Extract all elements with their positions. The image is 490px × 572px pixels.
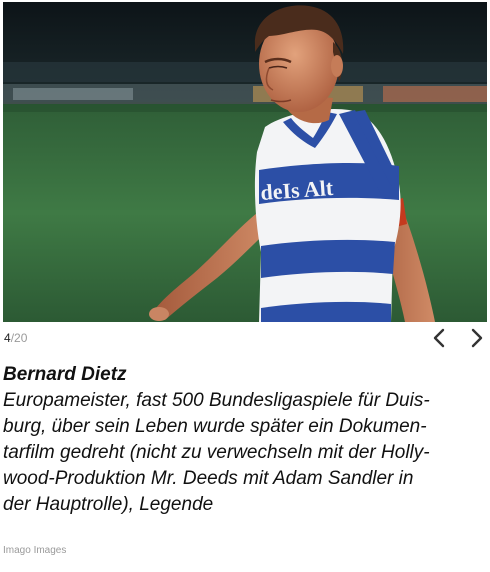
gallery-photo[interactable]: Spielführer deIs Alt [3,2,487,322]
slide-caption: Bernard Dietz Europameister, fast 500 Bu… [3,362,483,518]
previous-slide-button[interactable] [427,326,451,350]
chevron-left-icon [433,328,445,348]
caption-line: der Hauptrolle), Legende [3,494,214,515]
caption-line: tarfilm gedreht (nicht zu verwechseln mi… [3,442,430,463]
slide-counter: 4/20 [4,331,27,345]
player-photo-illustration: Spielführer deIs Alt [3,2,487,322]
slide-current: 4 [4,331,11,345]
caption-line: burg, über sein Leben wurde später ein D… [3,416,427,437]
caption-text: Europameister, fast 500 Bundesligaspiele… [3,388,483,518]
photo-credit: Imago Images [3,545,67,556]
chevron-right-icon [471,328,483,348]
next-slide-button[interactable] [465,326,489,350]
photo-gallery: Spielführer deIs Alt [0,0,490,572]
caption-title: Bernard Dietz [3,364,127,385]
slide-total: 20 [14,331,28,345]
gallery-controls: 4/20 [3,326,487,352]
caption-line: Europameister, fast 500 Bundesligaspiele… [3,390,430,411]
caption-line: wood-Produktion Mr. Deeds mit Adam Sandl… [3,468,414,489]
jersey-sponsor: deIs Alt [260,175,335,205]
